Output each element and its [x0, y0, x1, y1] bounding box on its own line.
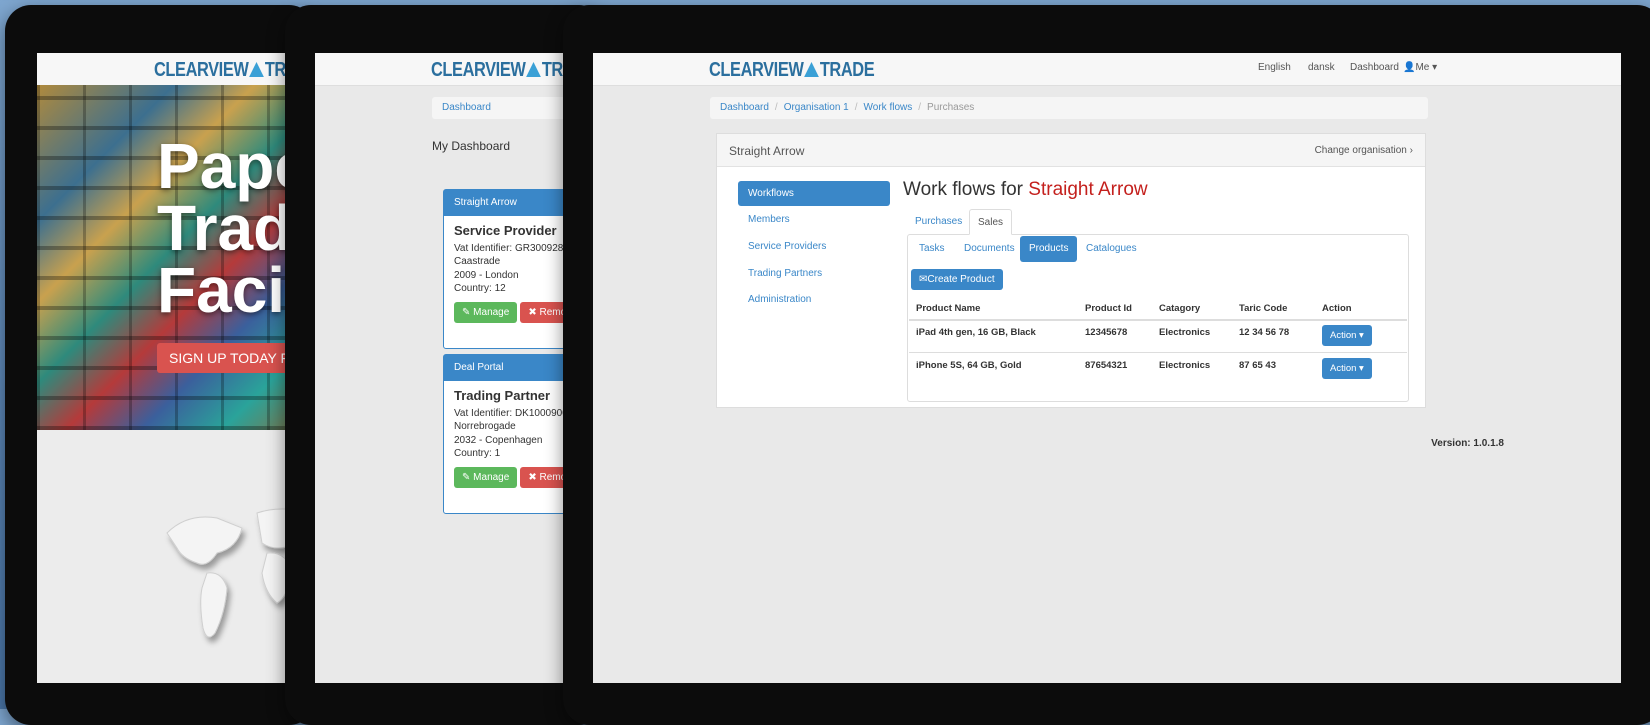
- manage-label: Manage: [473, 471, 510, 483]
- panel-header: Straight Arrow Change organisation ›: [717, 134, 1425, 167]
- create-product-button[interactable]: ✉Create Product: [911, 269, 1003, 290]
- app-topbar: CLEARVIEW TRADE English dansk Dashboard 👤…: [593, 53, 1621, 86]
- nav-english[interactable]: English: [1258, 62, 1291, 73]
- breadcrumb-dashboard[interactable]: Dashboard: [442, 102, 491, 113]
- nav-user-menu[interactable]: 👤Me ▾: [1403, 62, 1437, 73]
- breadcrumb-organisation[interactable]: Organisation 1: [784, 102, 849, 113]
- pill-documents[interactable]: Documents: [955, 236, 1024, 262]
- logo-triangle-icon: [249, 62, 264, 77]
- workflows-screen: CLEARVIEW TRADE English dansk Dashboard 👤…: [593, 53, 1621, 683]
- sidebar-item-administration[interactable]: Administration: [738, 287, 890, 312]
- logo-text-left: CLEARVIEW: [431, 59, 526, 81]
- landing-topbar: CLEARVIEWTRADE: [37, 53, 315, 86]
- panel-title: Straight Arrow: [729, 144, 805, 158]
- sidebar-item-workflows[interactable]: Workflows: [738, 181, 890, 206]
- tab-purchases[interactable]: Purchases: [907, 209, 970, 235]
- user-menu-label: Me: [1415, 62, 1430, 73]
- logo-text-left: CLEARVIEW: [709, 59, 804, 81]
- sidebar-item-trading-partners[interactable]: Trading Partners: [738, 261, 890, 286]
- row-action-button[interactable]: Action ▾: [1322, 358, 1372, 379]
- sidebar-item-service-providers[interactable]: Service Providers: [738, 234, 890, 259]
- column-header: Product Id: [1085, 303, 1132, 314]
- tablet-landing: CLEARVIEWTRADE Pape Trade Facil SIGN UP …: [5, 5, 315, 725]
- page-title: My Dashboard: [432, 139, 511, 153]
- cell-product-id: 87654321: [1085, 360, 1128, 371]
- cell-category: Electronics: [1159, 360, 1211, 371]
- heading-org: Straight Arrow: [1028, 179, 1148, 200]
- cell-product-name: iPad 4th gen, 16 GB, Black: [916, 327, 1036, 338]
- version-label: Version: 1.0.1.8: [1431, 438, 1504, 449]
- manage-label: Manage: [473, 306, 510, 318]
- breadcrumb-dashboard[interactable]: Dashboard: [720, 102, 769, 113]
- column-header: Taric Code: [1239, 303, 1288, 314]
- logo-triangle-icon: [804, 62, 819, 77]
- change-org-label: Change organisation: [1314, 145, 1407, 156]
- caret-down-icon: ▾: [1429, 62, 1438, 73]
- landing-screen: CLEARVIEWTRADE Pape Trade Facil SIGN UP …: [37, 53, 315, 683]
- close-icon: ✖: [528, 471, 540, 483]
- logo-text-right: TRADE: [819, 59, 875, 81]
- caret-down-icon: ▾: [1356, 363, 1364, 374]
- manage-button[interactable]: ✎ Manage: [454, 466, 518, 488]
- edit-icon: ✎: [462, 471, 474, 483]
- action-label: Action: [1330, 330, 1357, 341]
- caret-down-icon: ▾: [1356, 330, 1364, 341]
- pill-products[interactable]: Products: [1020, 236, 1078, 262]
- nav-dansk[interactable]: dansk: [1308, 62, 1335, 73]
- sales-subpanel: Tasks Documents Products Catalogues ✉Cre…: [907, 234, 1409, 402]
- row-action-button[interactable]: Action ▾: [1322, 325, 1372, 346]
- column-header: Catagory: [1159, 303, 1201, 314]
- pill-tasks[interactable]: Tasks: [910, 236, 954, 262]
- org-panel: Straight Arrow Change organisation › Wor…: [716, 133, 1426, 408]
- cell-product-name: iPhone 5S, 64 GB, Gold: [916, 360, 1022, 371]
- dashboard-topbar: CLEARVIEWTRADE: [315, 53, 605, 86]
- manage-button[interactable]: ✎ Manage: [454, 301, 518, 323]
- hero-banner: Pape Trade Facil SIGN UP TODAY FOR EA: [37, 85, 315, 430]
- column-header: Product Name: [916, 303, 981, 314]
- cell-taric-code: 87 65 43: [1239, 360, 1276, 371]
- cell-category: Electronics: [1159, 327, 1211, 338]
- close-icon: ✖: [528, 306, 540, 318]
- action-label: Action: [1330, 363, 1357, 374]
- breadcrumb: Dashboard / Organisation 1/Work flows / Purc…: [710, 97, 1428, 119]
- sidebar-item-members[interactable]: Members: [738, 207, 890, 232]
- create-product-label: Create Product: [927, 274, 995, 285]
- tab-sales[interactable]: Sales: [969, 209, 1013, 235]
- user-icon: 👤: [1403, 62, 1416, 73]
- column-header: Action: [1322, 303, 1352, 314]
- change-organisation-link[interactable]: Change organisation ›: [1315, 145, 1413, 156]
- breadcrumb-workflows[interactable]: Work flows: [864, 102, 913, 113]
- tablet-workflows: CLEARVIEW TRADE English dansk Dashboard 👤…: [563, 5, 1650, 725]
- logo-triangle-icon: [526, 62, 541, 77]
- row-divider: [909, 352, 1407, 353]
- edit-icon: ✎: [462, 306, 474, 318]
- pill-catalogues[interactable]: Catalogues: [1077, 236, 1146, 262]
- nav-dashboard[interactable]: Dashboard: [1350, 62, 1399, 73]
- logo-text-left: CLEARVIEW: [154, 59, 249, 81]
- chevron-right-icon: ›: [1409, 145, 1413, 156]
- cell-taric-code: 12 34 56 78: [1239, 327, 1290, 338]
- heading-prefix: Work flows for: [903, 179, 1024, 200]
- clearview-logo[interactable]: CLEARVIEW TRADE: [709, 59, 875, 82]
- dashboard-screen: CLEARVIEWTRADE Dashboard My Dashboard St…: [315, 53, 605, 683]
- workflows-heading: Work flows for Straight Arrow: [903, 179, 1148, 201]
- tablet-dashboard: CLEARVIEWTRADE Dashboard My Dashboard St…: [285, 5, 605, 725]
- table-header-divider: [909, 319, 1407, 321]
- breadcrumb-current: Purchases: [927, 102, 975, 113]
- cell-product-id: 12345678: [1085, 327, 1128, 338]
